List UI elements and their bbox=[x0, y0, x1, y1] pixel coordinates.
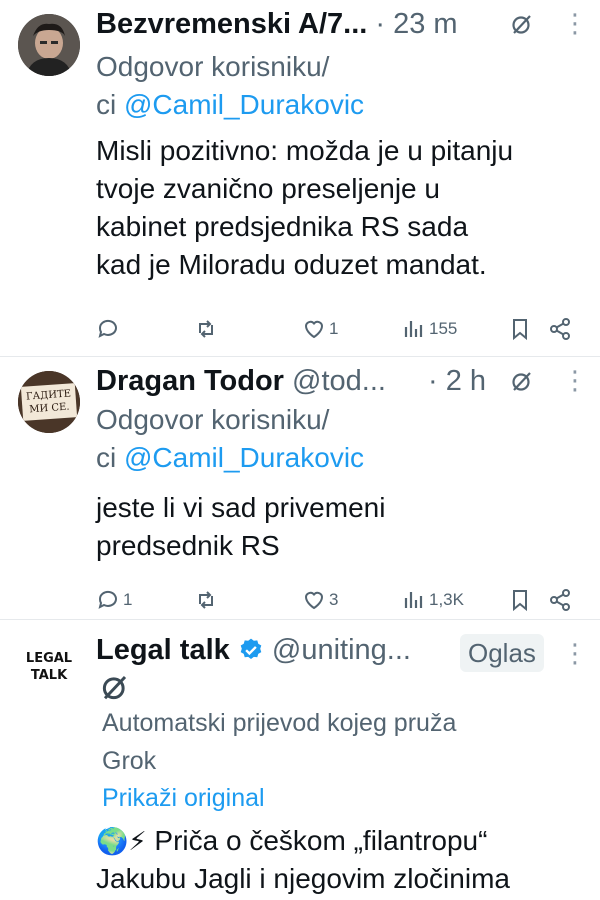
tweet-3-ad[interactable]: LEGAL TALK Legal talk @uniting... Oglas … bbox=[0, 620, 600, 900]
reply-prefix: ci bbox=[96, 89, 124, 120]
views-button[interactable]: 1,3K bbox=[402, 583, 464, 617]
text-line: Jakubu Jagli i njegovim zločinima bbox=[96, 863, 510, 894]
mention-link[interactable]: @Camil_Durakovic bbox=[124, 89, 364, 120]
action-bar: 1 3 1,3K bbox=[96, 583, 586, 617]
reply-icon bbox=[98, 590, 117, 609]
views-count: 1,3K bbox=[429, 590, 464, 609]
repost-button[interactable] bbox=[194, 583, 218, 617]
text-line: Priča o češkom „filantropu“ bbox=[154, 825, 488, 856]
avatar[interactable]: ГАДИТЕ МИ СЕ. bbox=[18, 371, 80, 433]
text-line: jeste li vi sad privemeni bbox=[96, 492, 386, 523]
tweet-text: jeste li vi sad privemeni predsednik RS bbox=[96, 489, 385, 565]
tweet-2[interactable]: ГАДИТЕ МИ СЕ. Dragan Todor @tod... · 2 h… bbox=[0, 357, 600, 619]
author-name[interactable]: Bezvremenski A/7... bbox=[96, 8, 367, 40]
reply-label: Odgovor korisniku/ bbox=[96, 404, 330, 435]
logo-line: TALK bbox=[30, 668, 68, 683]
reply-icon bbox=[98, 319, 117, 338]
share-icon bbox=[550, 589, 570, 611]
text-line: tvoje zvanično preseljenje u bbox=[96, 173, 440, 204]
like-count: 3 bbox=[329, 590, 339, 609]
avatar-photo: ГАДИТЕ МИ СЕ. bbox=[18, 371, 80, 433]
tweet-1[interactable]: Bezvremenski A/7... · 23 m ⋮ Odgovor kor… bbox=[0, 0, 600, 356]
bookmark-button[interactable] bbox=[508, 583, 532, 617]
bookmark-icon bbox=[513, 590, 527, 612]
timestamp[interactable]: · 2 h bbox=[428, 363, 486, 399]
author-name[interactable]: Legal talk bbox=[96, 634, 230, 666]
author-name[interactable]: Dragan Todor bbox=[96, 365, 284, 397]
mention-link[interactable]: @Camil_Durakovic bbox=[124, 442, 364, 473]
grok-line: Automatski prijevod kojeg pruža bbox=[102, 709, 457, 737]
share-button[interactable] bbox=[548, 583, 572, 617]
more-options-icon[interactable]: ⋮ bbox=[562, 367, 588, 393]
reply-prefix: ci bbox=[96, 442, 124, 473]
text-line: Misli pozitivno: možda je u pitanju bbox=[96, 135, 514, 166]
reply-count: 1 bbox=[123, 590, 133, 609]
author-handle[interactable]: @tod... bbox=[292, 365, 386, 397]
views-icon bbox=[404, 321, 423, 337]
avatar[interactable] bbox=[18, 14, 80, 76]
views-count: 155 bbox=[429, 319, 458, 338]
reply-button[interactable]: 1 bbox=[96, 583, 132, 617]
grok-translate-icon[interactable] bbox=[100, 672, 130, 702]
tweet-header: Dragan Todor @tod... bbox=[96, 363, 386, 399]
reply-context: Odgovor korisniku/ ci @Camil_Durakovic bbox=[96, 401, 364, 477]
bookmark-icon bbox=[513, 319, 527, 341]
show-original-link[interactable]: Prikaži original bbox=[102, 782, 265, 814]
grok-translate-icon[interactable] bbox=[510, 12, 534, 36]
reply-button[interactable] bbox=[96, 312, 123, 346]
bookmark-button[interactable] bbox=[508, 312, 532, 346]
tweet-text: Misli pozitivno: možda je u pitanju tvoj… bbox=[96, 132, 513, 284]
grok-translation-notice: Automatski prijevod kojeg pruža Grok bbox=[102, 704, 456, 780]
tweet-header: Bezvremenski A/7... · 23 m bbox=[96, 6, 458, 42]
like-button[interactable]: 1 bbox=[302, 312, 338, 346]
share-button[interactable] bbox=[548, 312, 572, 346]
grok-line: Grok bbox=[102, 747, 157, 775]
reply-label: Odgovor korisniku/ bbox=[96, 51, 330, 82]
more-options-icon[interactable]: ⋮ bbox=[562, 640, 588, 666]
repost-button[interactable] bbox=[194, 312, 218, 346]
repost-icon bbox=[199, 591, 213, 609]
author-handle[interactable]: @uniting... bbox=[272, 634, 411, 666]
logo-line: LEGAL bbox=[25, 651, 73, 666]
tweet-header: Legal talk @uniting... bbox=[96, 632, 411, 668]
globe-lightning-emoji: 🌍⚡ bbox=[96, 826, 147, 856]
more-options-icon[interactable]: ⋮ bbox=[562, 10, 588, 36]
verified-badge-icon bbox=[240, 638, 262, 659]
like-count: 1 bbox=[329, 319, 339, 338]
repost-icon bbox=[199, 320, 213, 338]
avatar-photo bbox=[18, 14, 80, 76]
heart-icon bbox=[304, 591, 324, 610]
like-button[interactable]: 3 bbox=[302, 583, 338, 617]
reply-context: Odgovor korisniku/ ci @Camil_Durakovic bbox=[96, 48, 364, 124]
views-button[interactable]: 155 bbox=[402, 312, 457, 346]
heart-icon bbox=[304, 320, 324, 339]
timestamp[interactable]: · 23 m bbox=[375, 8, 457, 40]
ad-badge: Oglas bbox=[460, 634, 544, 672]
text-line: predsednik RS bbox=[96, 530, 280, 561]
text-line: kad je Miloradu oduzet mandat. bbox=[96, 249, 487, 280]
action-bar: 1 155 bbox=[96, 312, 586, 346]
grok-translate-icon[interactable] bbox=[510, 369, 534, 393]
brand-logo[interactable]: LEGAL TALK bbox=[18, 636, 80, 698]
text-line: kabinet predsjednika RS sada bbox=[96, 211, 469, 242]
views-icon bbox=[404, 592, 423, 608]
tweet-text: 🌍⚡ Priča o češkom „filantropu“ Jakubu Ja… bbox=[96, 822, 510, 898]
share-icon bbox=[550, 318, 570, 340]
